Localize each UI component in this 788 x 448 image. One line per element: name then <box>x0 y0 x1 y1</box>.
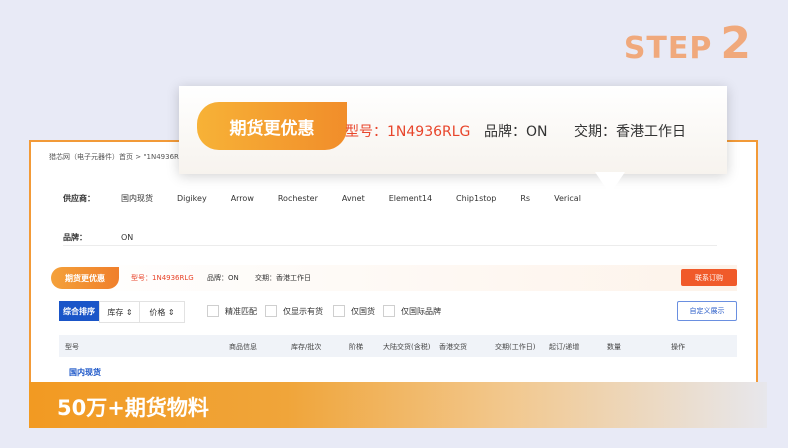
table-header: 型号 商品信息 库存/批次 阶梯 大陆交货(含税) 香港交货 交期(工作日) 起… <box>59 335 737 357</box>
column-header: 交期(工作日) <box>495 343 536 351</box>
supplier-label: 供应商： <box>63 194 95 203</box>
supplier-option[interactable]: Rs <box>520 194 530 203</box>
column-header: 阶梯 <box>349 343 363 351</box>
supplier-filter-row: 供应商： 国内现货 Digikey Arrow Rochester Avnet … <box>63 193 605 204</box>
column-header: 起订/递增 <box>549 343 580 351</box>
futures-promo-callout: 期货更优惠 型号：1N4936RLG 品牌：ON 交期：香港工作日 <box>179 86 727 194</box>
column-header: 操作 <box>671 343 685 351</box>
custom-display-button[interactable]: 自定义展示 <box>677 301 737 321</box>
futures-promo-tag: 期货更优惠 <box>51 267 119 289</box>
filter-divider <box>63 245 717 246</box>
checkbox-label: 仅国货 <box>351 306 375 316</box>
sort-all-button[interactable]: 综合排序 <box>59 301 99 321</box>
checkbox-label: 仅显示有货 <box>283 306 323 316</box>
domestic-only-checkbox[interactable]: 仅国货 <box>333 305 375 317</box>
callout-promo-tag: 期货更优惠 <box>197 102 347 150</box>
column-header: 数量 <box>607 343 621 351</box>
strip-brand: 品牌：ON <box>207 274 239 282</box>
exact-match-checkbox[interactable]: 精准匹配 <box>207 305 257 317</box>
column-header: 香港交货 <box>439 343 467 351</box>
supplier-option[interactable]: Rochester <box>278 194 318 203</box>
checkbox-label: 精准匹配 <box>225 306 257 316</box>
callout-delivery: 交期：香港工作日 <box>574 124 686 140</box>
column-header: 商品信息 <box>229 343 257 351</box>
checkbox-box[interactable] <box>207 305 219 317</box>
column-header: 型号 <box>65 343 79 351</box>
brand-filter-row: 品牌： ON <box>63 232 133 243</box>
column-header: 大陆交货(含税) <box>383 343 431 351</box>
search-results-frame: 猎芯网（电子元器件）首页 > "1N4936RL 供应商： 国内现货 Digik… <box>29 140 758 389</box>
bottom-banner: 50万+期货物料 <box>29 382 767 428</box>
section-title: 国内现货 <box>69 368 101 377</box>
results-panel: 供应商： 国内现货 Digikey Arrow Rochester Avnet … <box>49 177 737 387</box>
step-number: 2 <box>720 18 752 69</box>
sort-toolbar: 综合排序 库存 ⇕ 价格 ⇕ 精准匹配 仅显示有货 仅国货 仅国际品牌 自定义展… <box>59 301 737 323</box>
banner-text: 50万+期货物料 <box>57 396 209 420</box>
intl-brand-checkbox[interactable]: 仅国际品牌 <box>383 305 441 317</box>
checkbox-box[interactable] <box>383 305 395 317</box>
step-title: STEP 2 <box>624 18 752 69</box>
supplier-option[interactable]: Digikey <box>177 194 207 203</box>
futures-promo-strip: 期货更优惠 型号：1N4936RLG 品牌：ON 交期：香港工作日 联系订购 <box>49 265 737 291</box>
column-header: 库存/批次 <box>291 343 322 351</box>
sort-price-button[interactable]: 价格 ⇕ <box>139 301 185 323</box>
supplier-option[interactable]: Chip1stop <box>456 194 496 203</box>
strip-delivery: 交期：香港工作日 <box>255 274 311 282</box>
step-word: STEP <box>623 31 713 66</box>
callout-pointer <box>595 172 625 194</box>
breadcrumb[interactable]: 猎芯网（电子元器件）首页 > "1N4936RL <box>49 152 183 162</box>
checkbox-label: 仅国际品牌 <box>401 306 441 316</box>
supplier-option[interactable]: Verical <box>554 194 581 203</box>
supplier-option[interactable]: Avnet <box>342 194 365 203</box>
brand-option[interactable]: ON <box>121 233 133 242</box>
supplier-option[interactable]: Element14 <box>389 194 432 203</box>
checkbox-box[interactable] <box>333 305 345 317</box>
checkbox-box[interactable] <box>265 305 277 317</box>
contact-order-button[interactable]: 联系订购 <box>681 269 737 286</box>
supplier-option[interactable]: Arrow <box>231 194 254 203</box>
callout-body: 期货更优惠 型号：1N4936RLG 品牌：ON 交期：香港工作日 <box>179 86 727 174</box>
callout-brand: 品牌：ON <box>484 124 548 140</box>
in-stock-checkbox[interactable]: 仅显示有货 <box>265 305 323 317</box>
strip-model: 型号：1N4936RLG <box>131 274 194 282</box>
supplier-option[interactable]: 国内现货 <box>121 193 153 204</box>
callout-model: 型号：1N4936RLG <box>345 124 471 140</box>
brand-label: 品牌： <box>63 233 87 242</box>
sort-stock-button[interactable]: 库存 ⇕ <box>99 301 141 323</box>
